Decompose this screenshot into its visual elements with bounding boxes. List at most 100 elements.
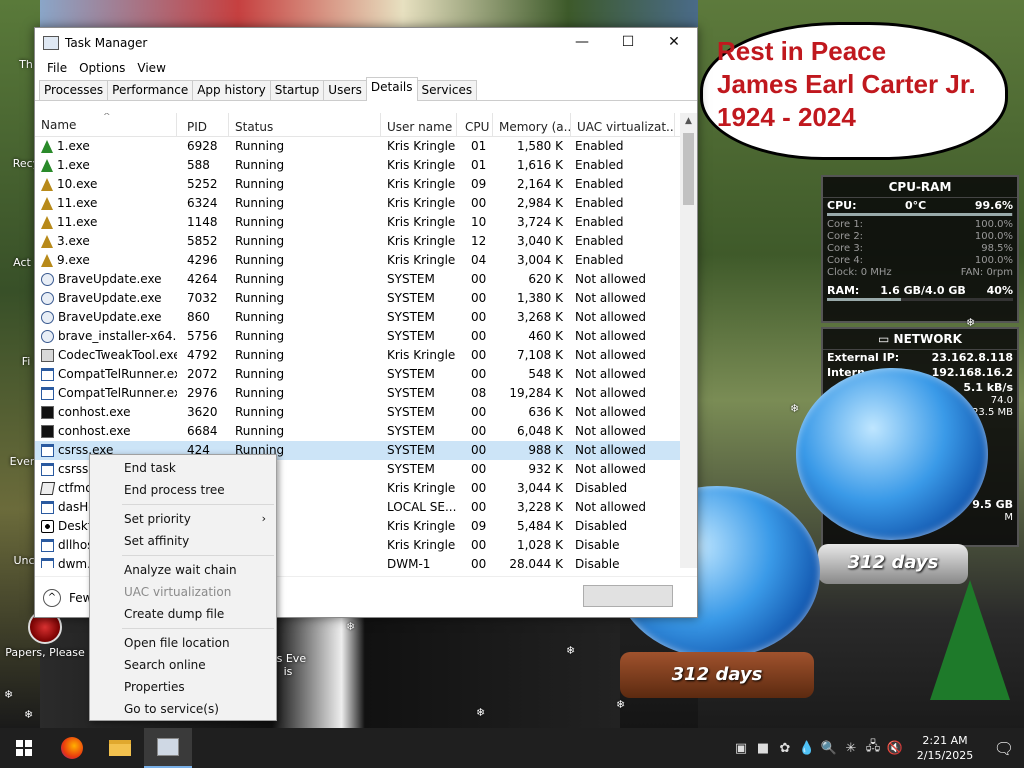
- uac-cell: Not allowed: [575, 443, 647, 457]
- tab-performance[interactable]: Performance: [107, 80, 194, 100]
- vertical-scrollbar[interactable]: ▲: [680, 113, 697, 568]
- table-row[interactable]: 10.exe 5252 Running Kris Kringle 09 2,164 K En…: [35, 175, 697, 194]
- cpu-cell: 00: [471, 405, 487, 419]
- title-bar[interactable]: Task Manager — ☐ ✕: [35, 28, 697, 57]
- user-name-cell: Kris Kringle: [387, 481, 456, 495]
- scrollbar-thumb[interactable]: [683, 133, 694, 205]
- menu-item-analyze-wait-chain[interactable]: Analyze wait chain: [90, 559, 276, 581]
- tab-details[interactable]: Details: [365, 77, 418, 101]
- start-button[interactable]: [0, 728, 48, 768]
- uac-cell: Enabled: [575, 177, 624, 191]
- menu-item-go-to-service-s[interactable]: Go to service(s): [90, 698, 276, 720]
- snowflake-icon: ❄: [4, 688, 14, 701]
- taskbar-task-manager[interactable]: [144, 728, 192, 768]
- status-cell: Running: [235, 291, 285, 305]
- tab-services[interactable]: Services: [416, 80, 478, 100]
- table-row[interactable]: 11.exe 1148 Running Kris Kringle 10 3,724 K En…: [35, 213, 697, 232]
- uac-cell: Enabled: [575, 215, 624, 229]
- user-name-cell: LOCAL SE...: [387, 500, 457, 514]
- menu-item-end-task[interactable]: End task: [90, 457, 276, 479]
- desktop-wallpaper-top: [40, 0, 700, 28]
- menu-options[interactable]: Options: [73, 61, 131, 75]
- table-row[interactable]: CompatTelRunner.exe 2072 Running SYSTEM 00 54…: [35, 365, 697, 384]
- cpu-ram-gadget[interactable]: CPU-RAM CPU: 0°C 99.6% Core 1: 100.0% Cor…: [821, 175, 1019, 323]
- chevron-up-icon[interactable]: ^: [43, 588, 61, 607]
- menu-separator: [122, 555, 274, 556]
- col-pid[interactable]: PID: [177, 113, 229, 137]
- col-memory[interactable]: Memory (a...: [493, 113, 571, 137]
- clock[interactable]: 2:21 AM 2/15/2025: [912, 733, 978, 763]
- tray-window-icon[interactable]: ■: [752, 741, 774, 756]
- process-name-cell: 9.exe: [35, 251, 177, 270]
- pid-cell: 2976: [187, 386, 218, 400]
- table-row[interactable]: 1.exe 6928 Running Kris Kringle 01 1,580 K Ena…: [35, 137, 697, 156]
- tray-app-icon[interactable]: ▣: [730, 741, 752, 756]
- table-row[interactable]: BraveUpdate.exe 4264 Running SYSTEM 00 620 K N…: [35, 270, 697, 289]
- cpu-cell: 00: [471, 348, 487, 362]
- network-icon[interactable]: 🖧: [862, 737, 884, 759]
- cpu-cell: 00: [471, 310, 487, 324]
- table-row[interactable]: conhost.exe 3620 Running SYSTEM 00 636 K Not a…: [35, 403, 697, 422]
- menu-item-search-online[interactable]: Search online: [90, 654, 276, 676]
- volume-muted-icon[interactable]: 🔇: [884, 741, 906, 756]
- table-row[interactable]: BraveUpdate.exe 860 Running SYSTEM 00 3,268 K…: [35, 308, 697, 327]
- menu-item-end-process-tree[interactable]: End process tree: [90, 479, 276, 501]
- table-row[interactable]: 3.exe 5852 Running Kris Kringle 12 3,040 K Ena…: [35, 232, 697, 251]
- process-star-icon: [41, 520, 54, 533]
- menu-item-uac-virtualization: UAC virtualization: [124, 585, 232, 599]
- close-button[interactable]: ✕: [651, 28, 697, 57]
- menu-item-open-file-location[interactable]: Open file location: [90, 632, 276, 654]
- ram-bar: [827, 298, 1013, 301]
- col-cpu[interactable]: CPU: [457, 113, 493, 137]
- tray-drop-icon[interactable]: 💧: [796, 741, 818, 756]
- col-user-name[interactable]: User name: [381, 113, 457, 137]
- tray-colors-icon[interactable]: ✿: [774, 741, 796, 756]
- menu-item-set-affinity[interactable]: Set affinity: [90, 530, 276, 552]
- table-row[interactable]: 11.exe 6324 Running Kris Kringle 00 2,984 K En…: [35, 194, 697, 213]
- process-win-icon: [41, 368, 54, 381]
- status-cell: Running: [235, 139, 285, 153]
- process-tree-icon: [41, 159, 53, 172]
- tray-snowflake-icon[interactable]: ✳: [840, 741, 862, 756]
- table-row[interactable]: 9.exe 4296 Running Kris Kringle 04 3,004 K Ena…: [35, 251, 697, 270]
- col-status[interactable]: Status: [229, 113, 381, 137]
- memory-cell: 1,616 K: [516, 158, 563, 172]
- uac-cell: Enabled: [575, 253, 624, 267]
- memory-cell: 3,268 K: [516, 310, 563, 324]
- user-name-cell: SYSTEM: [387, 443, 435, 457]
- menu-view[interactable]: View: [131, 61, 171, 75]
- cpu-cell: 00: [471, 481, 487, 495]
- tab-app-history[interactable]: App history: [192, 80, 271, 100]
- tray-search-icon[interactable]: 🔍: [818, 741, 840, 756]
- cpu-cell: 09: [471, 177, 487, 191]
- banner-line-3: 1924 - 2024: [717, 102, 856, 132]
- menu-item-create-dump-file[interactable]: Create dump file: [90, 603, 276, 625]
- tab-startup[interactable]: Startup: [269, 80, 325, 100]
- table-row[interactable]: brave_installer-x64.exe 5756 Running SYSTEM…: [35, 327, 697, 346]
- snowflake-icon: ❄: [616, 698, 626, 711]
- table-row[interactable]: BraveUpdate.exe 7032 Running SYSTEM 00 1,380 …: [35, 289, 697, 308]
- table-row[interactable]: conhost.exe 6684 Running SYSTEM 00 6,048 K Not…: [35, 422, 697, 441]
- process-gold-icon: [41, 197, 53, 210]
- pid-cell: 4792: [187, 348, 218, 362]
- memory-cell: 19,284 K: [509, 386, 563, 400]
- col-uac-virtualization[interactable]: UAC virtualizat...: [571, 113, 675, 137]
- minimize-button[interactable]: —: [559, 28, 605, 57]
- process-name-cell: 1.exe: [35, 156, 177, 175]
- end-task-button[interactable]: [583, 585, 673, 607]
- maximize-button[interactable]: ☐: [605, 28, 651, 57]
- table-row[interactable]: CodecTweakTool.exe 4792 Running Kris Kringl…: [35, 346, 697, 365]
- notification-icon[interactable]: 🗨: [984, 739, 1024, 758]
- menu-item-properties[interactable]: Properties: [90, 676, 276, 698]
- table-row[interactable]: CompatTelRunner.exe 2976 Running SYSTEM 08 19…: [35, 384, 697, 403]
- taskbar-firefox[interactable]: [48, 728, 96, 768]
- menu-item-set-priority[interactable]: Set priority ›: [90, 508, 276, 530]
- taskbar-file-explorer[interactable]: [96, 728, 144, 768]
- tab-processes[interactable]: Processes: [39, 80, 109, 100]
- tab-users[interactable]: Users: [323, 80, 367, 100]
- table-row[interactable]: 1.exe 588 Running Kris Kringle 01 1,616 K Enab…: [35, 156, 697, 175]
- menu-file[interactable]: File: [41, 61, 73, 75]
- scroll-up-icon[interactable]: ▲: [680, 113, 697, 130]
- ram-row: RAM: 1.6 GB/4.0 GB 40%: [827, 284, 1013, 297]
- snowflake-icon: ❄: [566, 644, 576, 657]
